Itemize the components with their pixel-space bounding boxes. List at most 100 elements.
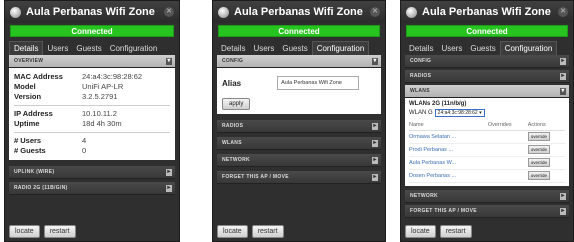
info-value: 10.10.11.2	[82, 109, 117, 118]
tab-users[interactable]: Users	[437, 42, 466, 55]
expand-icon[interactable]: ▸	[166, 185, 172, 192]
info-key: MAC Address	[14, 72, 63, 81]
column-header: Name	[409, 120, 488, 131]
tab-details[interactable]: Details	[405, 42, 437, 55]
info-row: # Users 4	[14, 136, 170, 146]
locate-button[interactable]: locate	[9, 225, 40, 238]
info-value: 4	[82, 136, 87, 145]
ap-device-icon	[406, 6, 417, 18]
section-wlans[interactable]: WLANS ▾	[405, 85, 569, 98]
override-button[interactable]: override	[527, 158, 550, 167]
collapse-icon[interactable]: ▾	[166, 58, 172, 65]
tab-users[interactable]: Users	[43, 42, 72, 55]
override-button[interactable]: override	[527, 145, 550, 154]
info-key: Model	[14, 82, 36, 91]
panel-header: Aula Perbanas Wifi Zone ✕	[213, 1, 385, 23]
section-label: WLANS	[222, 140, 242, 146]
tab-configuration[interactable]: Configuration	[106, 42, 162, 55]
section-network[interactable]: NETWORK ▸	[405, 190, 569, 203]
override-button[interactable]: override	[527, 171, 550, 180]
restart-button[interactable]: restart	[439, 225, 472, 238]
section-forget-ap[interactable]: FORGET THIS AP / MOVE ▸	[217, 171, 381, 184]
close-icon[interactable]: ✕	[370, 7, 380, 17]
section-radios[interactable]: RADIOS ▸	[405, 70, 569, 83]
expand-icon[interactable]: ▸	[372, 123, 378, 130]
info-value: 18d 4h 30m	[82, 119, 122, 128]
tab-bar: Details Users Guests Configuration	[5, 39, 179, 55]
restart-button[interactable]: restart	[251, 225, 284, 238]
close-icon[interactable]: ✕	[164, 7, 174, 17]
info-value: 0	[82, 146, 87, 155]
info-row: MAC Address 24:a4:3c:98:28:62	[14, 72, 170, 82]
wlans-body: WLANs 2G (11n/b/g) WLAN G 24:a4:3c:98:28:…	[405, 98, 569, 186]
table-row: Aula Perbanas W... override	[409, 156, 565, 170]
expand-icon[interactable]: ▸	[560, 58, 566, 65]
info-key: IP Address	[14, 109, 53, 118]
overview-body: MAC Address 24:a4:3c:98:28:62 Model UniFi …	[9, 68, 175, 160]
expand-icon[interactable]: ▸	[560, 193, 566, 200]
section-label: UPLINK (WIRE)	[14, 169, 55, 175]
section-wlans[interactable]: WLANS ▸	[217, 137, 381, 150]
collapse-icon[interactable]: ▾	[372, 58, 378, 65]
alias-label: Alias	[222, 78, 242, 88]
tab-bar: Details Users Guests Configuration	[401, 39, 573, 55]
expand-icon[interactable]: ▸	[372, 157, 378, 164]
tab-users[interactable]: Users	[249, 42, 278, 55]
override-button[interactable]: override	[527, 132, 550, 141]
wlan-name-link[interactable]: Ormawa Selatan ...	[409, 130, 488, 144]
section-uplink[interactable]: UPLINK (WIRE) ▸	[9, 166, 175, 179]
table-row: Dosen Perbanas ... override	[409, 169, 565, 183]
section-config[interactable]: CONFIG ▾	[217, 55, 381, 68]
apply-button[interactable]: apply	[222, 98, 251, 110]
wlan-name-link[interactable]: Prodi Perbanas ...	[409, 143, 488, 157]
tab-configuration[interactable]: Configuration	[311, 41, 370, 55]
section-config[interactable]: CONFIG ▸	[405, 55, 569, 68]
action-buttons: locate restart	[405, 225, 472, 238]
locate-button[interactable]: locate	[217, 225, 248, 238]
wlan-group-select[interactable]: 24:a4:3c:98:28:62 ▾	[434, 109, 485, 117]
table-header: Name Overrides Actions	[409, 120, 565, 131]
status-badge: Connected	[218, 25, 380, 37]
wlan-group-label: WLAN G	[409, 110, 433, 116]
wlan-name-link[interactable]: Dosen Perbanas ...	[409, 169, 488, 183]
section-overview[interactable]: OVERVIEW ▾	[9, 55, 175, 68]
column-header: Actions	[527, 120, 565, 131]
tab-details[interactable]: Details	[217, 42, 249, 55]
expand-icon[interactable]: ▸	[560, 73, 566, 80]
tab-guests[interactable]: Guests	[278, 42, 311, 55]
expand-icon[interactable]: ▸	[372, 140, 378, 147]
expand-icon[interactable]: ▸	[372, 174, 378, 181]
close-icon[interactable]: ✕	[558, 7, 568, 17]
expand-icon[interactable]: ▸	[560, 208, 566, 215]
overrides-cell	[487, 156, 528, 170]
wlan-name-link[interactable]: Aula Perbanas W...	[409, 156, 488, 170]
expand-icon[interactable]: ▸	[166, 169, 172, 176]
tab-guests[interactable]: Guests	[72, 42, 105, 55]
info-row: Uptime 18d 4h 30m	[14, 119, 170, 129]
panel-header: Aula Perbanas Wifi Zone ✕	[5, 1, 179, 23]
alias-input[interactable]	[277, 76, 360, 90]
info-row: IP Address 10.10.11.2	[14, 109, 170, 119]
divider	[14, 132, 170, 133]
tab-guests[interactable]: Guests	[466, 42, 499, 55]
panel-title: Aula Perbanas Wifi Zone	[234, 6, 363, 18]
action-buttons: locate restart	[217, 225, 284, 238]
tab-details[interactable]: Details	[9, 41, 44, 55]
restart-button[interactable]: restart	[43, 225, 76, 238]
section-network[interactable]: NETWORK ▸	[217, 154, 381, 167]
panel-title: Aula Perbanas Wifi Zone	[422, 6, 551, 18]
section-label: RADIOS	[222, 123, 244, 129]
info-value: 3.2.5.2791	[82, 92, 118, 101]
tab-configuration[interactable]: Configuration	[499, 41, 558, 55]
locate-button[interactable]: locate	[405, 225, 436, 238]
actions-cell: override	[527, 143, 565, 157]
actions-cell: override	[527, 156, 565, 170]
section-radio-2g[interactable]: RADIO 2G (11B/G/N) ▸	[9, 182, 175, 195]
collapse-icon[interactable]: ▾	[560, 88, 566, 95]
section-forget-ap[interactable]: FORGET THIS AP / MOVE ▸	[405, 205, 569, 218]
wlan-title: WLANs 2G (11n/b/g)	[409, 101, 467, 107]
section-radios[interactable]: RADIOS ▸	[217, 120, 381, 133]
section-label: CONFIG	[410, 58, 432, 64]
section-label: RADIOS	[410, 73, 432, 79]
ap-device-icon	[218, 6, 229, 18]
